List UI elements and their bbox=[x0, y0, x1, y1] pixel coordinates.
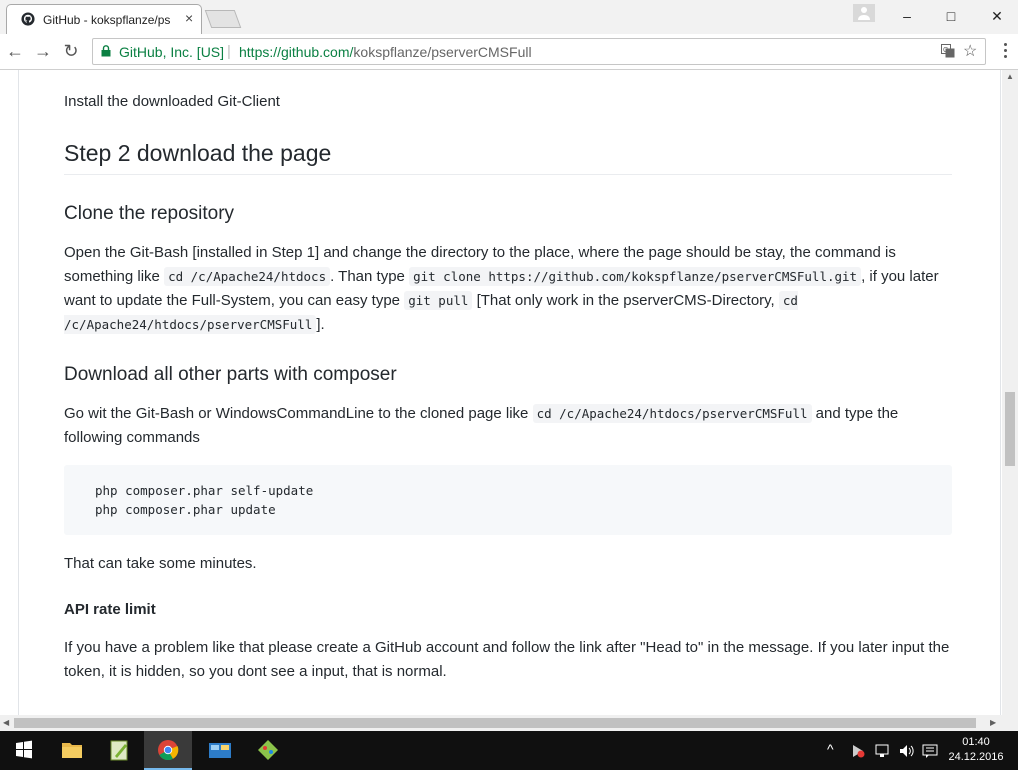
clone-heading: Clone the repository bbox=[64, 203, 235, 224]
forward-button[interactable]: → bbox=[32, 40, 54, 62]
close-window-button[interactable]: ✕ bbox=[986, 6, 1008, 26]
git-extensions-icon[interactable] bbox=[244, 731, 292, 770]
menu-icon[interactable] bbox=[998, 40, 1012, 62]
file-explorer-icon[interactable] bbox=[48, 731, 96, 770]
maximize-button[interactable]: □ bbox=[940, 6, 962, 26]
code-git-clone: git clone https://github.com/kokspflanze… bbox=[409, 267, 862, 286]
svg-text:G: G bbox=[943, 47, 948, 54]
scroll-right-icon[interactable]: ▶ bbox=[990, 718, 996, 728]
minutes-text: That can take some minutes. bbox=[64, 555, 257, 572]
start-button[interactable] bbox=[0, 731, 48, 770]
vertical-scrollbar[interactable]: ▲ bbox=[1002, 70, 1018, 715]
horizontal-scroll-thumb[interactable] bbox=[14, 718, 976, 728]
control-panel-icon[interactable] bbox=[196, 731, 244, 770]
network-icon[interactable] bbox=[874, 743, 892, 759]
composer-text-1: Go wit the Git-Bash or WindowsCommandLin… bbox=[64, 405, 533, 422]
security-alert-icon[interactable] bbox=[850, 743, 866, 759]
site-identity[interactable]: GitHub, Inc. [US] bbox=[119, 44, 224, 60]
code-block: php composer.phar self-update php compos… bbox=[64, 465, 952, 535]
code-line: php composer.phar update bbox=[95, 502, 276, 517]
step2-heading: Step 2 download the page bbox=[64, 140, 332, 166]
taskbar-clock[interactable]: 01:40 24.12.2016 bbox=[946, 735, 1006, 765]
composer-paragraph: Go wit the Git-Bash or WindowsCommandLin… bbox=[64, 402, 952, 450]
minimize-button[interactable]: – bbox=[896, 6, 918, 26]
horizontal-scrollbar[interactable]: ◀ ▶ bbox=[0, 715, 1002, 731]
scroll-up-icon[interactable]: ▲ bbox=[1006, 72, 1014, 82]
url-text[interactable]: https://github.com/kokspflanze/pserverCM… bbox=[239, 44, 532, 60]
api-heading: API rate limit bbox=[64, 601, 156, 618]
tab-strip: GitHub - kokspflanze/ps × – □ ✕ bbox=[0, 0, 1018, 34]
url-path: kokspflanze/pserverCMSFull bbox=[353, 44, 532, 60]
notifications-icon[interactable] bbox=[921, 743, 939, 759]
code-cd-htdocs: cd /c/Apache24/htdocs bbox=[164, 267, 331, 286]
scrollbar-corner bbox=[1002, 715, 1018, 731]
address-bar[interactable]: GitHub, Inc. [US] | https://github.com/k… bbox=[92, 38, 986, 65]
notepad-plus-icon[interactable] bbox=[96, 731, 144, 770]
code-git-pull: git pull bbox=[404, 291, 473, 310]
translate-icon[interactable]: G bbox=[941, 44, 955, 58]
clone-paragraph: Open the Git-Bash [installed in Step 1] … bbox=[64, 241, 952, 337]
url-host: https://github.com/ bbox=[239, 44, 354, 60]
install-text: Install the downloaded Git-Client bbox=[64, 93, 280, 110]
windows-logo-icon bbox=[16, 740, 32, 759]
clock-date: 24.12.2016 bbox=[948, 751, 1004, 763]
chrome-taskbar-icon[interactable] bbox=[144, 731, 192, 770]
tab-title: GitHub - kokspflanze/ps bbox=[43, 13, 171, 27]
readme-border-left bbox=[18, 70, 19, 715]
reload-button[interactable]: ↻ bbox=[60, 40, 82, 62]
back-button[interactable]: ← bbox=[4, 40, 26, 62]
github-icon bbox=[21, 12, 35, 26]
page-viewport: Install the downloaded Git-Client Step 2… bbox=[0, 70, 1002, 715]
clone-text-5: ]. bbox=[316, 316, 325, 333]
lock-icon bbox=[101, 45, 111, 57]
tab-close-icon[interactable]: × bbox=[185, 11, 193, 25]
profile-icon[interactable] bbox=[853, 4, 875, 22]
windows-taskbar: ^ 01:40 24.12.2016 bbox=[0, 731, 1018, 770]
clone-text-2: . Than type bbox=[330, 268, 410, 285]
heading-divider bbox=[64, 174, 952, 175]
browser-toolbar: ← → ↻ GitHub, Inc. [US] | https://github… bbox=[0, 34, 1018, 70]
tab-github[interactable]: GitHub - kokspflanze/ps × bbox=[6, 4, 202, 34]
tray-expand-icon[interactable]: ^ bbox=[827, 741, 834, 757]
volume-icon[interactable] bbox=[898, 743, 916, 759]
bookmark-star-icon[interactable]: ☆ bbox=[963, 41, 977, 61]
new-tab-button[interactable] bbox=[204, 10, 242, 28]
api-paragraph: If you have a problem like that please c… bbox=[64, 639, 950, 680]
composer-heading: Download all other parts with composer bbox=[64, 364, 397, 385]
code-line: php composer.phar self-update bbox=[95, 483, 314, 498]
code-cd-pservercms-2: cd /c/Apache24/htdocs/pserverCMSFull bbox=[532, 404, 812, 423]
readme-border-right bbox=[1000, 70, 1001, 715]
omnibox-separator: | bbox=[227, 43, 231, 60]
vertical-scroll-thumb[interactable] bbox=[1005, 392, 1015, 466]
clone-text-4: [That only work in the pserverCMS-Direct… bbox=[472, 292, 779, 309]
clock-time: 01:40 bbox=[962, 736, 990, 748]
scroll-left-icon[interactable]: ◀ bbox=[3, 718, 9, 728]
